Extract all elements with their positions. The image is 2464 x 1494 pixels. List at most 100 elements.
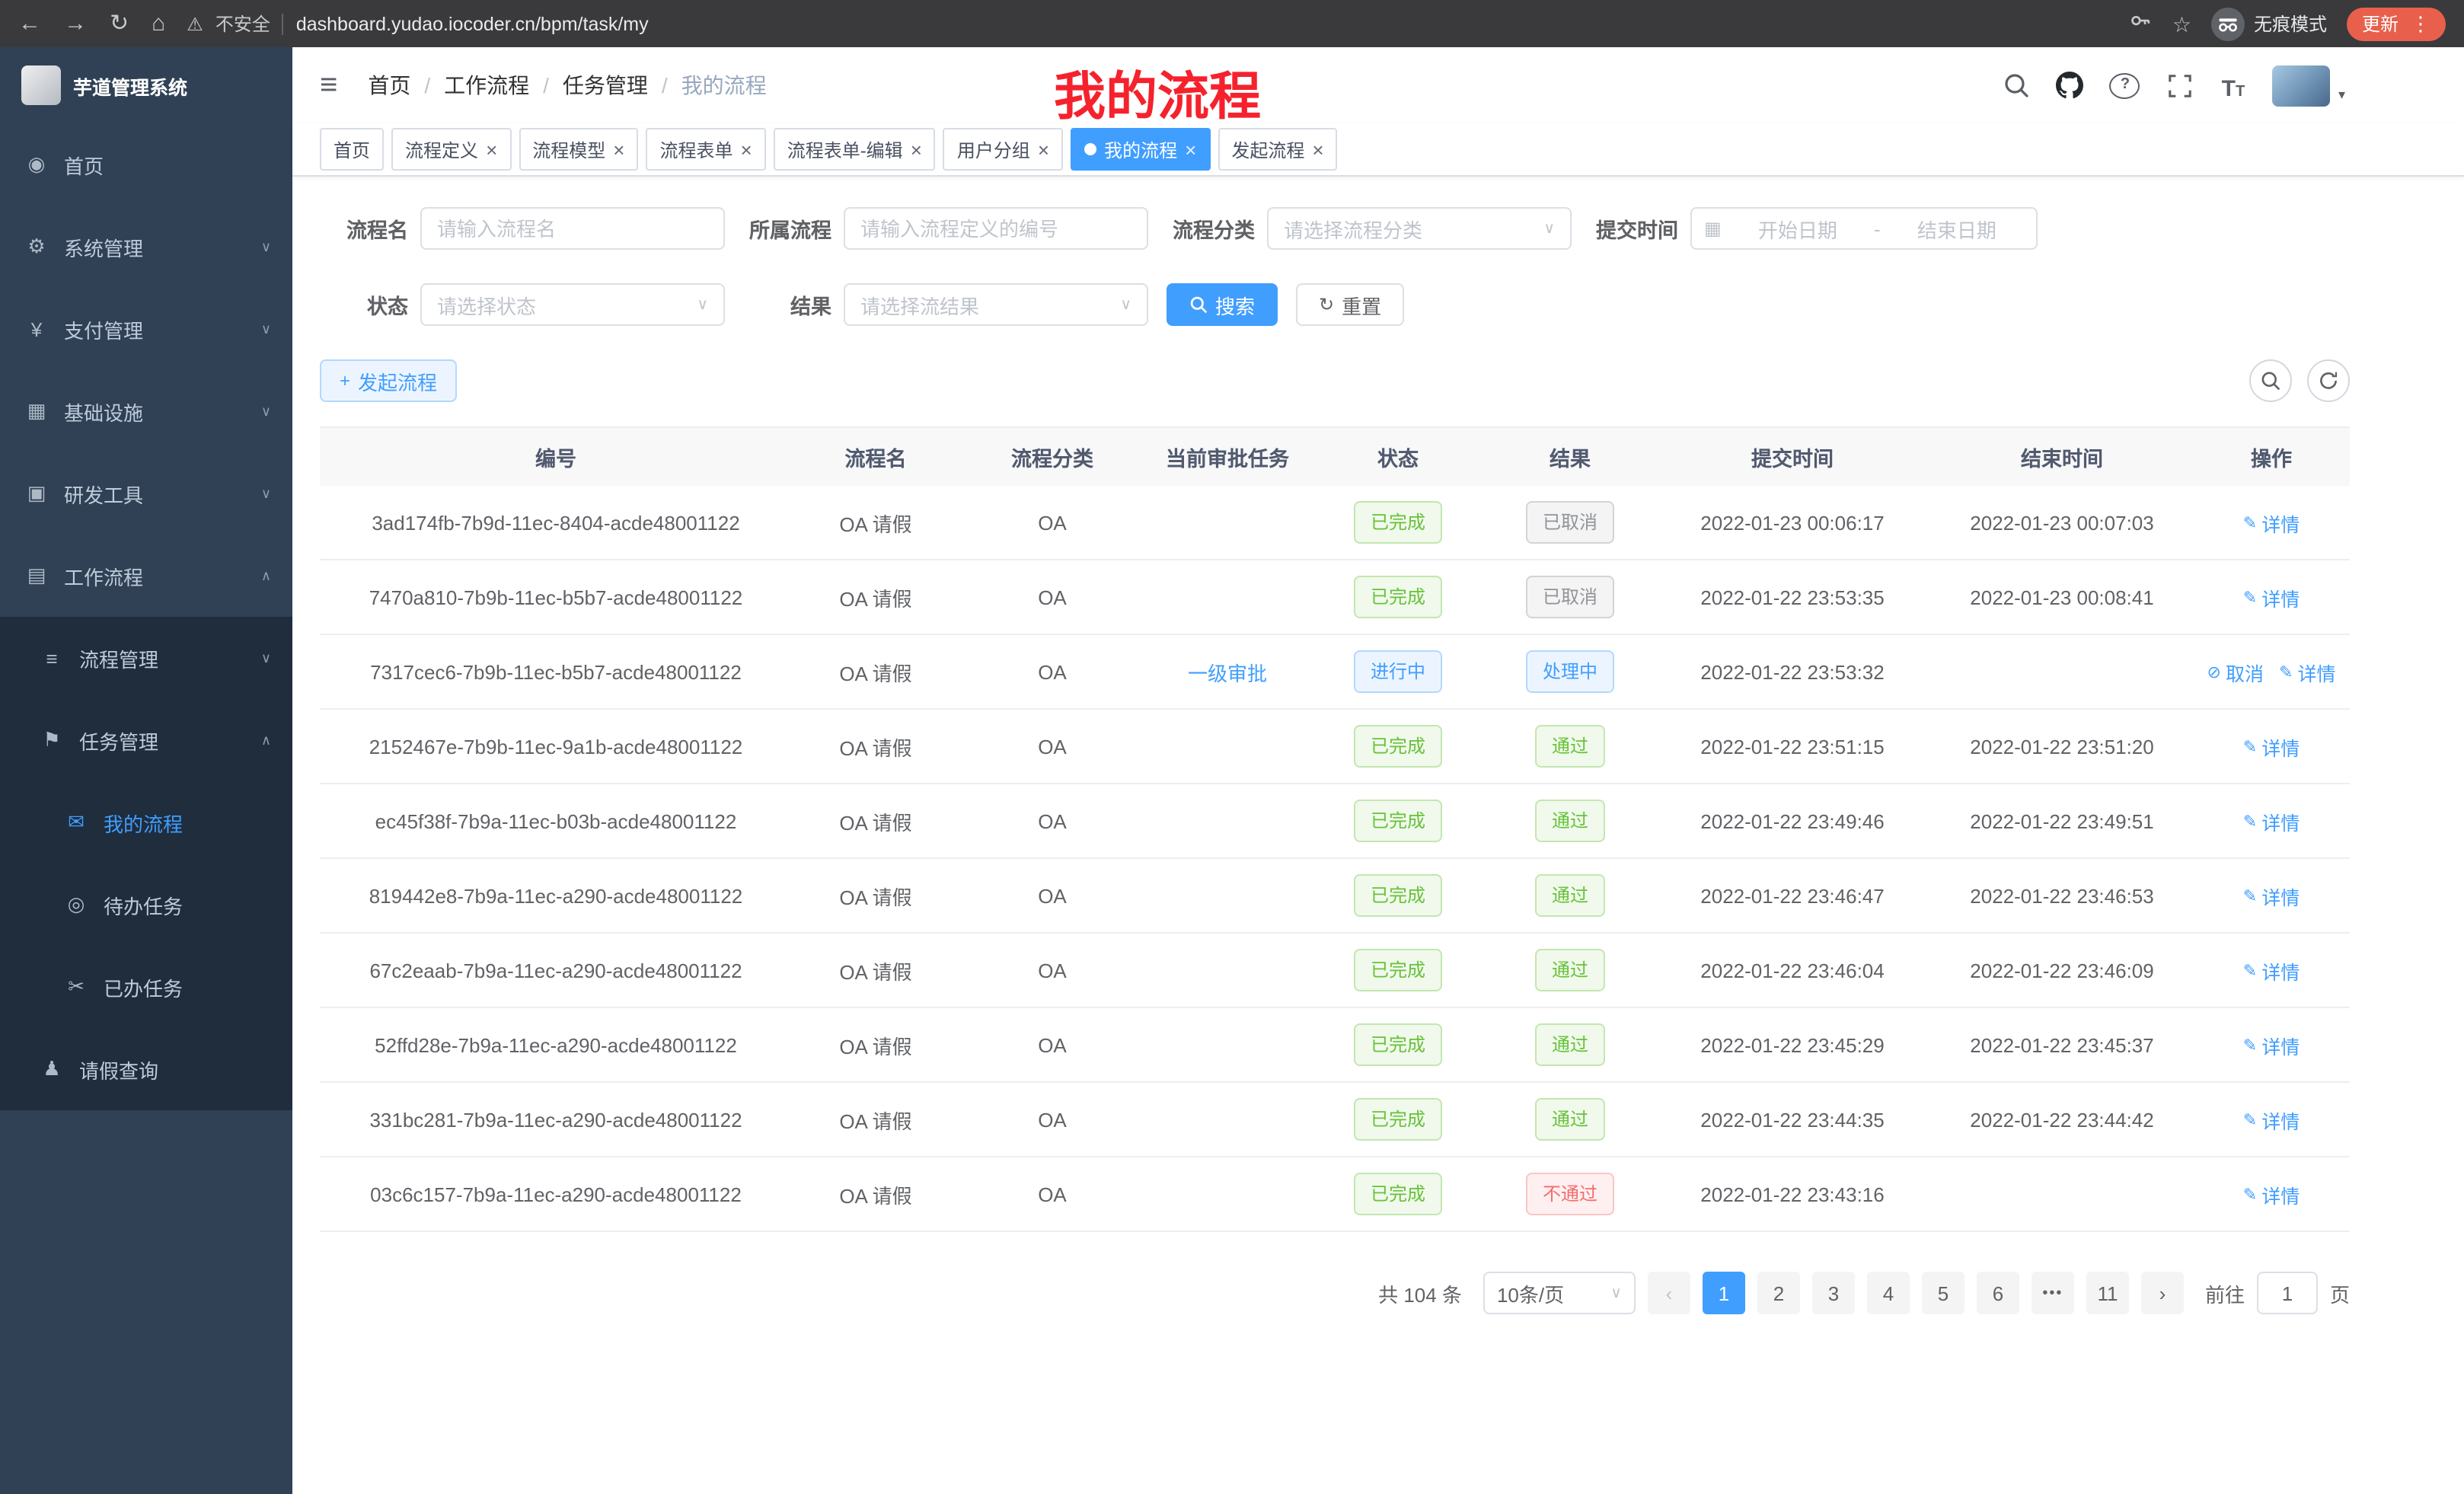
tab[interactable]: 发起流程 × xyxy=(1218,128,1337,171)
github-icon[interactable] xyxy=(2057,70,2084,101)
search-icon[interactable] xyxy=(2003,70,2031,101)
toolbar-refresh-button[interactable] xyxy=(2307,359,2350,402)
breadcrumb-item[interactable]: 首页 xyxy=(368,70,410,101)
forward-icon[interactable]: → xyxy=(64,12,87,35)
page-button[interactable]: 4 xyxy=(1867,1272,1910,1314)
sidebar-item[interactable]: ✂ 已办任务 xyxy=(0,946,292,1028)
cell-process-name: OA 请假 xyxy=(792,583,959,611)
category-select[interactable]: 请选择流程分类 ∨ xyxy=(1267,207,1572,250)
reset-button[interactable]: ↻ 重置 xyxy=(1296,283,1404,326)
breadcrumb-separator: / xyxy=(662,73,668,97)
breadcrumb-item[interactable]: 任务管理 xyxy=(563,70,648,101)
page-button[interactable]: 2 xyxy=(1757,1272,1800,1314)
cancel-link[interactable]: ⊘ 取消 xyxy=(2207,657,2264,686)
sidebar-item[interactable]: ▤ 工作流程 ∧ xyxy=(0,535,292,617)
home-icon[interactable]: ⌂ xyxy=(152,12,165,35)
column-header: 编号 xyxy=(320,442,792,472)
sidebar-item[interactable]: ≡ 流程管理 ∨ xyxy=(0,617,292,699)
close-icon[interactable]: × xyxy=(1038,139,1049,159)
sidebar-item[interactable]: ▦ 基础设施 ∨ xyxy=(0,370,292,452)
tab[interactable]: 流程定义 × xyxy=(391,128,511,171)
sidebar-item[interactable]: ¥ 支付管理 ∨ xyxy=(0,288,292,370)
detail-link[interactable]: ✎ 详情 xyxy=(2243,1030,2300,1059)
page-button[interactable]: 5 xyxy=(1922,1272,1964,1314)
prev-page-button[interactable]: ‹ xyxy=(1648,1272,1690,1314)
kebab-menu-icon[interactable]: ⋮ xyxy=(2411,11,2430,36)
status-select[interactable]: 请选择状态 ∨ xyxy=(420,283,725,326)
tab[interactable]: 用户分组 × xyxy=(943,128,1063,171)
detail-link[interactable]: ✎ 详情 xyxy=(2243,806,2300,835)
page-button[interactable]: 1 xyxy=(1703,1272,1745,1314)
status-tag: 进行中 xyxy=(1354,650,1442,693)
detail-link[interactable]: ✎ 详情 xyxy=(2243,881,2300,910)
sidebar-item[interactable]: ▣ 研发工具 ∨ xyxy=(0,452,292,535)
date-range-picker[interactable]: ▦ 开始日期 - 结束日期 xyxy=(1690,207,2038,250)
detail-link[interactable]: ✎ 详情 xyxy=(2243,1180,2300,1208)
result-tag: 通过 xyxy=(1535,1023,1605,1066)
result-tag: 通过 xyxy=(1535,949,1605,991)
sidebar-item[interactable]: ◎ 待办任务 xyxy=(0,864,292,946)
status-tag: 已完成 xyxy=(1354,949,1442,991)
close-icon[interactable]: × xyxy=(1185,139,1196,159)
bookmark-star-icon[interactable]: ☆ xyxy=(2172,13,2191,34)
cell-process-name: OA 请假 xyxy=(792,956,959,985)
cell-end-time: 2022-01-22 23:46:09 xyxy=(1931,959,2193,982)
key-icon[interactable] xyxy=(2130,9,2153,38)
sidebar-item-label: 研发工具 xyxy=(64,479,143,508)
sidebar-item[interactable]: ✉ 我的流程 xyxy=(0,781,292,864)
breadcrumb-item[interactable]: 我的流程 xyxy=(681,70,767,101)
detail-link[interactable]: ✎ 详情 xyxy=(2243,508,2300,537)
content: 流程名 所属流程 流程分类 请选择流程分类 ∨ xyxy=(292,177,2464,1314)
help-icon[interactable]: ? xyxy=(2110,72,2140,98)
caret-down-icon[interactable]: ▾ xyxy=(2338,86,2345,103)
table-row: 3ad174fb-7b9d-11ec-8404-acde48001122 OA … xyxy=(320,486,2350,560)
update-button[interactable]: 更新 ⋮ xyxy=(2347,7,2446,40)
toolbar-search-toggle-button[interactable] xyxy=(2249,359,2292,402)
detail-link[interactable]: ✎ 详情 xyxy=(2243,583,2300,611)
page-button[interactable]: 3 xyxy=(1812,1272,1855,1314)
tab[interactable]: 我的流程 × xyxy=(1071,128,1210,171)
address-bar[interactable]: ⚠ 不安全 dashboard.yudao.iocoder.cn/bpm/tas… xyxy=(187,11,2130,37)
chevron-icon: ∨ xyxy=(261,238,271,255)
sidebar-item[interactable]: ♟ 请假查询 xyxy=(0,1028,292,1110)
close-icon[interactable]: × xyxy=(741,139,752,159)
page-button[interactable]: 11 xyxy=(2086,1272,2129,1314)
menu-leave-icon: ♟ xyxy=(40,1057,64,1081)
search-button[interactable]: 搜索 xyxy=(1167,283,1278,326)
breadcrumb-item[interactable]: 工作流程 xyxy=(444,70,529,101)
page-button[interactable]: ••• xyxy=(2032,1272,2074,1314)
process-definition-input[interactable] xyxy=(844,207,1148,250)
page-size-select[interactable]: 10条/页 ∨ xyxy=(1483,1272,1636,1314)
tab[interactable]: 首页 xyxy=(320,128,384,171)
process-name-input[interactable] xyxy=(420,207,725,250)
fullscreen-icon[interactable] xyxy=(2166,70,2194,101)
cell-submit-time: 2022-01-22 23:46:47 xyxy=(1654,884,1931,907)
detail-link[interactable]: ✎ 详情 xyxy=(2243,1105,2300,1134)
close-icon[interactable]: × xyxy=(1312,139,1323,159)
font-size-icon[interactable]: TT xyxy=(2220,70,2247,101)
tab[interactable]: 流程表单 × xyxy=(646,128,765,171)
sidebar-item[interactable]: ⚑ 任务管理 ∧ xyxy=(0,699,292,781)
detail-link[interactable]: ✎ 详情 xyxy=(2243,956,2300,985)
close-icon[interactable]: × xyxy=(613,139,624,159)
goto-page-input[interactable] xyxy=(2257,1272,2318,1314)
detail-link[interactable]: ✎ 详情 xyxy=(2279,657,2335,686)
sidebar-item[interactable]: ◉ 首页 xyxy=(0,123,292,206)
create-process-button[interactable]: + 发起流程 xyxy=(320,359,457,402)
close-icon[interactable]: × xyxy=(911,139,922,159)
avatar[interactable] xyxy=(2273,65,2331,106)
tab[interactable]: 流程模型 × xyxy=(519,128,638,171)
result-select[interactable]: 请选择流结果 ∨ xyxy=(844,283,1148,326)
current-task-link[interactable]: 一级审批 xyxy=(1188,662,1267,685)
close-icon[interactable]: × xyxy=(486,139,497,159)
sidebar-item[interactable]: ⚙ 系统管理 ∨ xyxy=(0,206,292,288)
column-header: 结果 xyxy=(1486,442,1654,472)
back-icon[interactable]: ← xyxy=(18,12,41,35)
reload-icon[interactable]: ↻ xyxy=(110,12,129,35)
hamburger-icon[interactable]: ≡ xyxy=(311,68,346,103)
next-page-button[interactable]: › xyxy=(2141,1272,2184,1314)
page-button[interactable]: 6 xyxy=(1977,1272,2019,1314)
tab[interactable]: 流程表单-编辑 × xyxy=(774,128,936,171)
detail-link[interactable]: ✎ 详情 xyxy=(2243,732,2300,761)
chevron-down-icon: ∨ xyxy=(1610,1285,1622,1301)
